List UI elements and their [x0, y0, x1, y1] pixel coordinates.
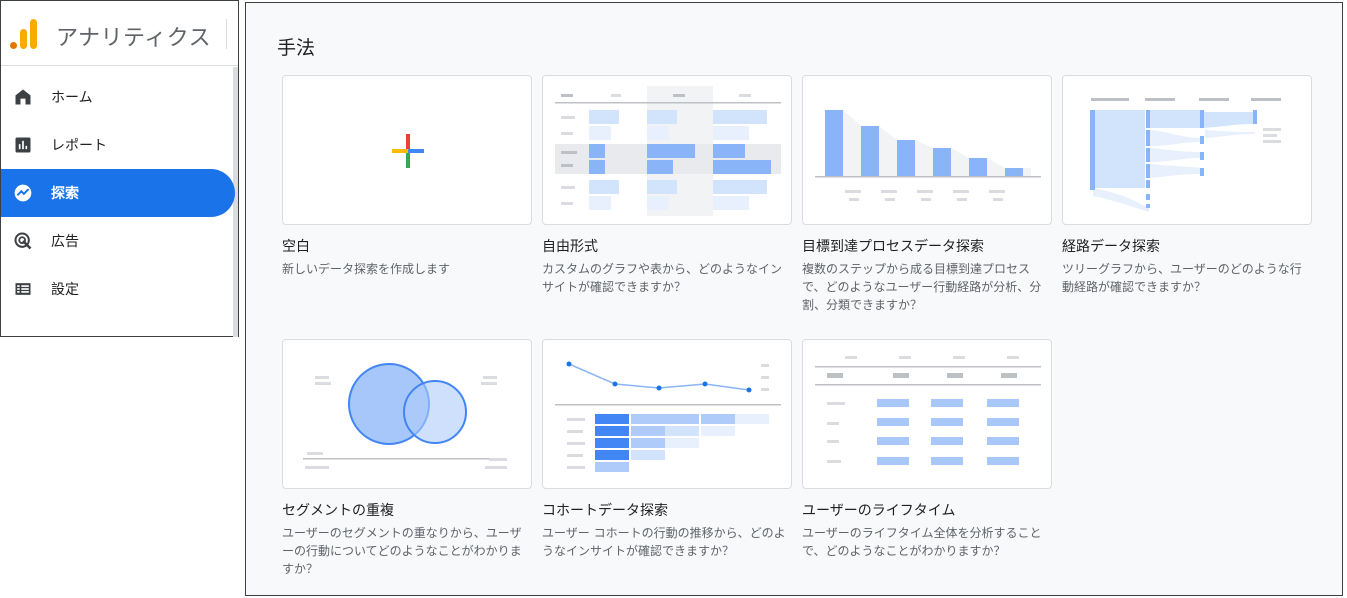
sidebar-header: アナリティクス — [1, 1, 238, 66]
technique-thumbnail[interactable] — [542, 75, 792, 225]
list-icon — [13, 279, 33, 299]
sidebar-item-label: レポート — [51, 138, 107, 154]
sidebar-item-explore[interactable]: 探索 — [1, 169, 235, 217]
technique-card-free-form[interactable]: 自由形式 カスタムのグラフや表から、どのようなインサイトが確認できますか？ — [542, 75, 792, 296]
technique-description: 複数のステップから成る目標到達プロセスで、どのようなユーザー行動経路が分析、分割… — [802, 262, 1042, 312]
technique-title: 経路データ探索 — [1062, 239, 1160, 255]
app-title: アナリティクス — [56, 26, 212, 51]
technique-title: 自由形式 — [542, 239, 598, 255]
explore-icon — [13, 183, 33, 203]
header-divider — [226, 19, 227, 49]
sidebar-item-home[interactable]: ホーム — [1, 73, 235, 121]
technique-description: ツリーグラフから、ユーザーのどのような行動経路が確認できますか？ — [1062, 262, 1302, 294]
technique-card-path[interactable]: 経路データ探索 ツリーグラフから、ユーザーのどのような行動経路が確認できますか？ — [1062, 75, 1312, 296]
technique-thumbnail[interactable] — [542, 339, 792, 489]
technique-thumbnail[interactable] — [802, 75, 1052, 225]
technique-title: ユーザーのライフタイム — [802, 503, 956, 519]
section-title: 手法 — [277, 37, 316, 59]
technique-thumbnail[interactable] — [282, 339, 532, 489]
sidebar-item-settings[interactable]: 設定 — [1, 265, 235, 313]
sidebar-item-label: 広告 — [51, 234, 79, 250]
sidebar-nav: ホーム レポート 探索 広告 設定 — [1, 73, 235, 313]
technique-title: コホートデータ探索 — [542, 503, 668, 519]
technique-thumbnail[interactable] — [802, 339, 1052, 489]
funnel-chart-illustration — [815, 110, 1041, 201]
analytics-logo-icon[interactable] — [10, 19, 38, 49]
technique-card-funnel[interactable]: 目標到達プロセスデータ探索 複数のステップから成る目標到達プロセスで、どのような… — [802, 75, 1052, 314]
sidebar-item-label: 探索 — [51, 186, 79, 202]
sidebar-item-label: 設定 — [51, 282, 79, 298]
technique-title: 目標到達プロセスデータ探索 — [802, 239, 984, 255]
ads-target-icon — [13, 231, 33, 251]
plus-icon — [392, 134, 424, 168]
sidebar: アナリティクス ホーム レポート 探索 広告 設定 — [0, 0, 239, 337]
technique-card-user-lifetime[interactable]: ユーザーのライフタイム ユーザーのライフタイム全体を分析することで、どのようなこ… — [802, 339, 1052, 560]
path-tree-illustration — [1090, 98, 1281, 212]
free-form-table-illustration — [555, 86, 781, 216]
bar-chart-icon — [13, 135, 33, 155]
sidebar-item-label: ホーム — [51, 90, 93, 106]
technique-description: ユーザー コホートの行動の推移から、どのようなインサイトが確認できますか？ — [542, 526, 786, 558]
home-icon — [13, 87, 33, 107]
technique-description: 新しいデータ探索を作成します — [282, 262, 451, 276]
venn-diagram-illustration — [303, 363, 507, 469]
sidebar-item-reports[interactable]: レポート — [1, 121, 235, 169]
technique-thumbnail[interactable] — [1062, 75, 1312, 225]
cohort-illustration — [555, 361, 781, 472]
sidebar-item-ads[interactable]: 広告 — [1, 217, 235, 265]
technique-card-cohort[interactable]: コホートデータ探索 ユーザー コホートの行動の推移から、どのようなインサイトが確… — [542, 339, 792, 560]
main-panel: 手法 空白 新しいデータ探索を作成します 自由形式 カスタムのグラフや表から、ど… — [245, 2, 1343, 596]
technique-description: ユーザーのライフタイム全体を分析することで、どのようなことがわかりますか？ — [802, 526, 1042, 558]
technique-description: ユーザーのセグメントの重なりから、ユーザーの行動についてどのようなことがわかりま… — [282, 526, 522, 576]
technique-thumbnail[interactable] — [282, 75, 532, 225]
technique-description: カスタムのグラフや表から、どのようなインサイトが確認できますか？ — [542, 262, 783, 294]
technique-title: 空白 — [282, 239, 310, 255]
technique-card-blank[interactable]: 空白 新しいデータ探索を作成します — [282, 75, 532, 278]
technique-card-segment-overlap[interactable]: セグメントの重複 ユーザーのセグメントの重なりから、ユーザーの行動についてどのよ… — [282, 339, 532, 578]
technique-title: セグメントの重複 — [282, 503, 394, 519]
user-lifetime-table-illustration — [815, 356, 1041, 465]
